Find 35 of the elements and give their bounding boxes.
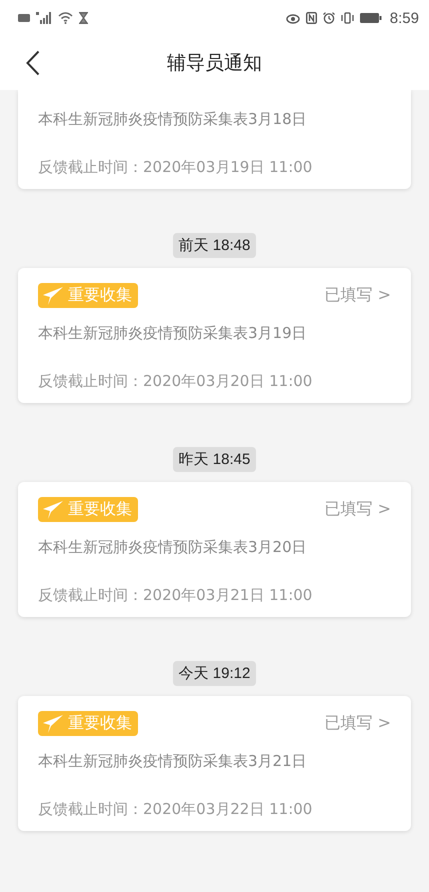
tag-label: 重要收集 — [68, 499, 132, 520]
paper-plane-icon — [42, 714, 64, 734]
notice-title: 本科生新冠肺炎疫情预防采集表3月21日 — [38, 752, 308, 772]
paper-plane-icon — [42, 500, 64, 520]
deadline-text: 反馈截止时间：2020年03月19日 11:00 — [38, 158, 314, 177]
signal-icon — [36, 12, 52, 24]
status-link[interactable]: 已填写 > — [324, 499, 391, 520]
notice-title: 本科生新冠肺炎疫情预防采集表3月18日 — [38, 110, 308, 130]
nfc-icon — [306, 12, 317, 24]
time-label: 昨天 18:45 — [172, 447, 256, 472]
notice-card[interactable]: 重要收集 已填写 > 本科生新冠肺炎疫情预防采集表3月20日 反馈截止时间：2020年03月21日 11:00 — [18, 482, 411, 617]
vibrate-icon — [340, 12, 354, 24]
notice-card[interactable]: 重要收集 已填写 > 本科生新冠肺炎疫情预防采集表3月19日 反馈截止时间：2020年03月20日 11:00 — [18, 268, 411, 403]
deadline-text: 反馈截止时间：2020年03月22日 11:00 — [38, 800, 314, 819]
time-label: 前天 18:48 — [172, 233, 256, 258]
eye-icon — [286, 12, 300, 24]
notice-card[interactable]: 重要收集 已填写 > 本科生新冠肺炎疫情预防采集表3月21日 反馈截止时间：2020年03月22日 11:00 — [18, 696, 411, 831]
page-title: 辅导员通知 — [167, 51, 262, 76]
paper-plane-icon — [42, 286, 64, 306]
tag-label: 重要收集 — [68, 285, 132, 306]
notice-title: 本科生新冠肺炎疫情预防采集表3月20日 — [38, 538, 308, 558]
wifi-icon — [58, 12, 73, 24]
back-icon[interactable] — [26, 50, 40, 76]
hourglass-icon — [79, 12, 88, 24]
clock-time: 8:59 — [390, 10, 419, 26]
status-link[interactable]: 已填写 > — [324, 713, 391, 734]
notice-card[interactable]: 本科生新冠肺炎疫情预防采集表3月18日 反馈截止时间：2020年03月19日 11:00 — [18, 90, 411, 189]
deadline-text: 反馈截止时间：2020年03月21日 11:00 — [38, 586, 314, 605]
notice-title: 本科生新冠肺炎疫情预防采集表3月19日 — [38, 324, 308, 344]
deadline-text: 反馈截止时间：2020年03月20日 11:00 — [38, 372, 314, 391]
tag-label: 重要收集 — [68, 713, 132, 734]
status-link[interactable]: 已填写 > — [324, 285, 391, 306]
time-label: 今天 19:12 — [172, 661, 256, 686]
battery-icon — [360, 13, 382, 23]
alarm-icon — [322, 12, 335, 24]
